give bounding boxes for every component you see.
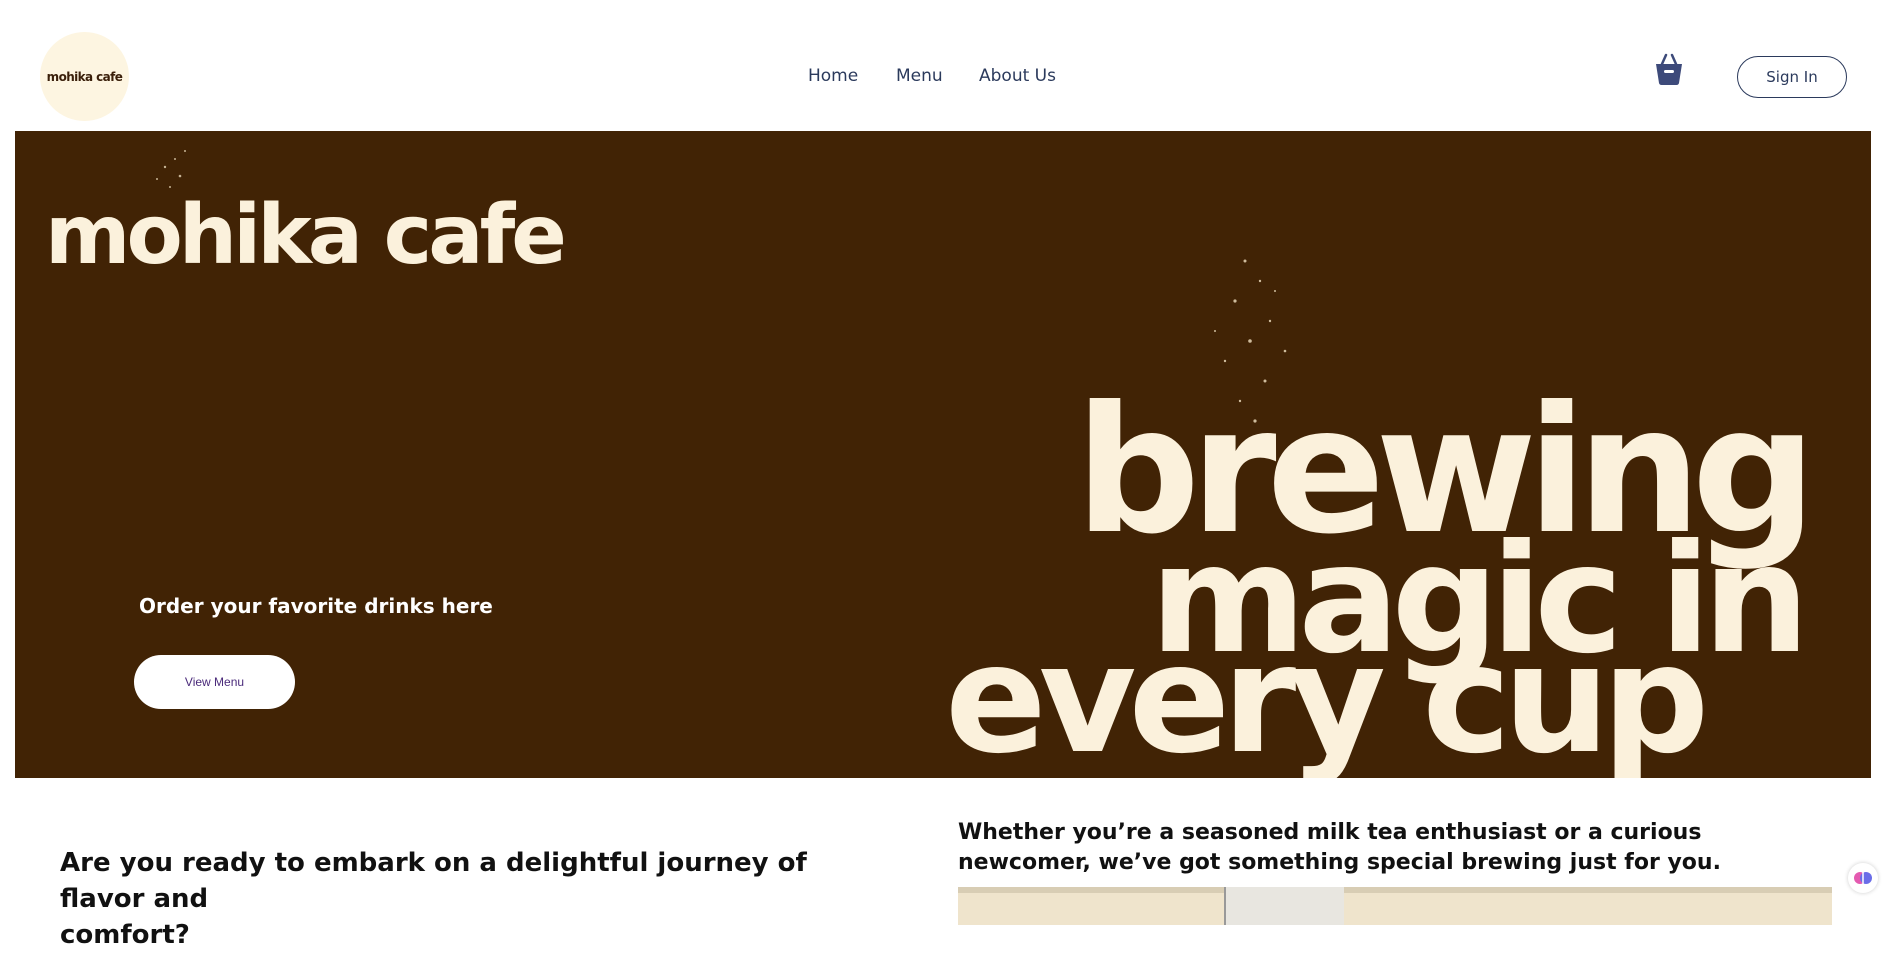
nav-home[interactable]: Home <box>808 66 858 86</box>
photo-cup <box>1224 887 1344 925</box>
nav-about-us[interactable]: About Us <box>979 66 1056 86</box>
intro-heading-line-2: comfort? <box>60 920 190 950</box>
intro-heading: Are you ready to embark on a delightful … <box>60 845 890 953</box>
brain-icon[interactable] <box>1848 863 1878 893</box>
view-menu-button[interactable]: View Menu <box>134 655 295 709</box>
drinks-photo <box>958 887 1832 925</box>
hero-slogan: brewing magic in every cup <box>945 259 1817 778</box>
intro-subheading: Whether you’re a seasoned milk tea enthu… <box>958 820 1721 875</box>
site-header: mohika cafe Home Menu About Us Sign In <box>0 0 1886 131</box>
logo[interactable]: mohika cafe <box>40 32 129 121</box>
photo-detail <box>958 887 1832 893</box>
hero-brand-logo: mohika cafe <box>45 150 567 283</box>
nav-menu[interactable]: Menu <box>896 66 943 86</box>
sign-in-button[interactable]: Sign In <box>1737 56 1847 98</box>
slogan-line-3: every cup <box>945 613 1703 778</box>
intro-heading-line-1: Are you ready to embark on a delightful … <box>60 848 807 914</box>
basket-icon[interactable] <box>1654 52 1684 86</box>
hero-banner: mohika cafe Order your favorite drinks h… <box>15 131 1871 778</box>
hero-tagline: Order your favorite drinks here <box>139 594 493 618</box>
hero-brand-text: mohika cafe <box>45 188 563 283</box>
logo-text: mohika cafe <box>46 69 123 84</box>
